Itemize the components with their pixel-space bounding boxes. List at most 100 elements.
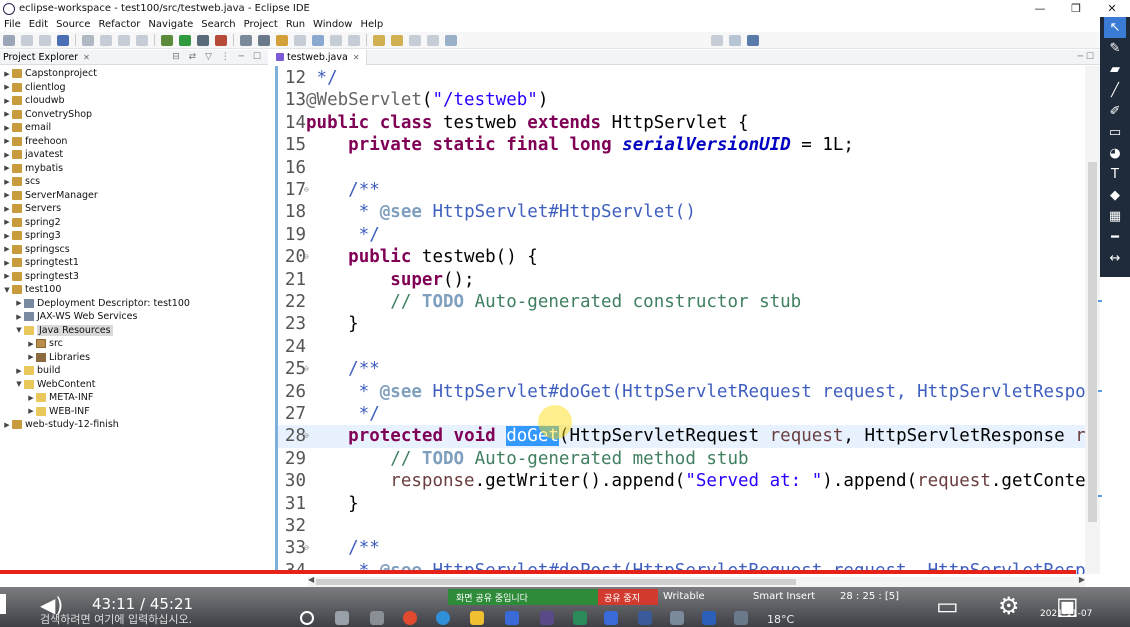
- code-line[interactable]: 33⊖ /**: [278, 537, 1085, 559]
- explorer-taskbar-icon[interactable]: [470, 611, 484, 625]
- pen-icon[interactable]: ✎: [1104, 38, 1126, 59]
- tree-item[interactable]: ▶ email: [0, 121, 268, 135]
- pointer-icon[interactable]: ↖: [1104, 17, 1126, 38]
- scroll-left-icon[interactable]: ◀: [308, 575, 314, 584]
- code-editor[interactable]: 12 */13@WebServlet("/testweb") 14public c…: [270, 66, 1085, 574]
- explorer-view-tools[interactable]: ⊟ ⇄ ▽ ⋮ ─ ☐: [172, 52, 264, 62]
- chevron-right-icon[interactable]: ▶: [2, 191, 12, 199]
- stop-share-button[interactable]: 공유 중지: [598, 589, 658, 605]
- tree-item[interactable]: ▶ cloudwb: [0, 94, 268, 108]
- close-icon[interactable]: ✕: [83, 53, 90, 62]
- tab-testweb-java[interactable]: testweb.java ✕: [270, 49, 367, 65]
- code-line[interactable]: 16: [278, 157, 1085, 179]
- subtitles-icon[interactable]: ▭: [936, 592, 959, 620]
- chevron-right-icon[interactable]: ▶: [14, 367, 24, 375]
- thickness-icon[interactable]: ━: [1104, 227, 1126, 248]
- project-explorer-tab[interactable]: Project Explorer ✕ ⊟ ⇄ ▽ ⋮ ─ ☐: [0, 50, 268, 65]
- minimize-button[interactable]: —: [1022, 0, 1058, 17]
- chevron-right-icon[interactable]: ▶: [26, 340, 36, 348]
- chevron-right-icon[interactable]: ▶: [2, 164, 12, 172]
- debug-icon[interactable]: [161, 34, 173, 46]
- app-taskbar-icon[interactable]: [734, 611, 748, 625]
- code-line[interactable]: 19 */: [278, 224, 1085, 246]
- chevron-down-icon[interactable]: ▼: [2, 286, 12, 294]
- tree-item[interactable]: ▶ mybatis: [0, 162, 268, 176]
- rectangle-icon[interactable]: ▭: [1104, 122, 1126, 143]
- chevron-right-icon[interactable]: ▶: [2, 421, 12, 429]
- close-tab-icon[interactable]: ✕: [353, 53, 360, 62]
- external-tools-icon[interactable]: [215, 34, 227, 46]
- zoom-taskbar-icon[interactable]: [604, 611, 618, 625]
- editor-horizontal-scrollbar[interactable]: ◀ ▶: [308, 575, 1085, 587]
- run-icon[interactable]: [179, 34, 191, 46]
- chevron-right-icon[interactable]: ▶: [2, 83, 12, 91]
- cortana-icon[interactable]: [300, 611, 314, 625]
- java-ee-perspective-icon[interactable]: [747, 34, 759, 46]
- next-annotation-icon[interactable]: [373, 34, 385, 46]
- tree-item[interactable]: ▶ spring3: [0, 229, 268, 243]
- perspective-icon[interactable]: [729, 34, 741, 46]
- menu-help[interactable]: Help: [356, 19, 387, 30]
- line-icon[interactable]: ╱: [1104, 80, 1126, 101]
- chevron-right-icon[interactable]: ▶: [2, 232, 12, 240]
- code-line[interactable]: 30 response.getWriter().append("Served a…: [278, 470, 1085, 492]
- search-icon[interactable]: [711, 34, 723, 46]
- tree-item[interactable]: ▶ spring2: [0, 216, 268, 230]
- tree-item[interactable]: ▼ Java Resources: [0, 324, 268, 338]
- menu-project[interactable]: Project: [240, 19, 282, 30]
- chrome-icon[interactable]: [403, 611, 417, 625]
- tree-item[interactable]: ▶ ConvetryShop: [0, 108, 268, 122]
- chevron-down-icon[interactable]: ▼: [14, 380, 24, 388]
- video-settings-icon[interactable]: ⚙: [998, 592, 1020, 620]
- scrollbar-thumb[interactable]: [1088, 162, 1097, 522]
- app-taskbar-icon[interactable]: [670, 611, 684, 625]
- skip-breakpoints-icon[interactable]: [82, 34, 94, 46]
- scroll-right-icon[interactable]: ▶: [1079, 575, 1085, 584]
- toggle-mark-icon[interactable]: [312, 34, 324, 46]
- chevron-right-icon[interactable]: ▶: [2, 218, 12, 226]
- terminal-icon[interactable]: [57, 34, 69, 46]
- edge-icon[interactable]: [436, 611, 450, 625]
- code-line[interactable]: 24: [278, 336, 1085, 358]
- prev-annotation-icon[interactable]: [391, 34, 403, 46]
- tree-item[interactable]: ▶ javatest: [0, 148, 268, 162]
- open-type-icon[interactable]: [258, 34, 270, 46]
- code-line[interactable]: 20⊖ public testweb() {: [278, 246, 1085, 268]
- tree-item[interactable]: ▶ freehoon: [0, 135, 268, 149]
- taskbar-search-input[interactable]: 검색하려면 여기에 입력하십시오.: [40, 611, 192, 627]
- code-line[interactable]: 32: [278, 515, 1085, 537]
- code-line[interactable]: 15 private static final long serialVersi…: [278, 134, 1085, 156]
- app-taskbar-icon[interactable]: [638, 611, 652, 625]
- tree-item[interactable]: ▼ test100: [0, 283, 268, 297]
- app-taskbar-icon[interactable]: [573, 611, 587, 625]
- search-toolbar-icon[interactable]: [294, 34, 306, 46]
- open-folder-icon[interactable]: [276, 34, 288, 46]
- chevron-right-icon[interactable]: ▶: [2, 259, 12, 267]
- menu-source[interactable]: Source: [52, 19, 94, 30]
- chevron-right-icon[interactable]: ▶: [2, 205, 12, 213]
- code-line[interactable]: 22 // TODO Auto-generated constructor st…: [278, 291, 1085, 313]
- tree-item[interactable]: ▼ WebContent: [0, 378, 268, 392]
- expand-icon[interactable]: ↔: [1104, 248, 1126, 269]
- chevron-right-icon[interactable]: ▶: [2, 272, 12, 280]
- chevron-right-icon[interactable]: ▶: [2, 178, 12, 186]
- terminate-icon[interactable]: [136, 34, 148, 46]
- overview-mark[interactable]: [1098, 390, 1102, 392]
- tree-item[interactable]: ▶ Libraries: [0, 351, 268, 365]
- close-window-button[interactable]: ✕: [1094, 0, 1130, 17]
- chevron-right-icon[interactable]: ▶: [2, 110, 12, 118]
- tree-item[interactable]: ▶ clientlog: [0, 81, 268, 95]
- chevron-right-icon[interactable]: ▶: [26, 353, 36, 361]
- task-view-icon[interactable]: [335, 611, 349, 625]
- tree-item[interactable]: ▶ springtest3: [0, 270, 268, 284]
- menu-run[interactable]: Run: [282, 19, 309, 30]
- overview-mark[interactable]: [1098, 495, 1102, 497]
- menu-file[interactable]: File: [0, 19, 25, 30]
- tree-item[interactable]: ▶ springtest1: [0, 256, 268, 270]
- chevron-right-icon[interactable]: ▶: [2, 97, 12, 105]
- code-line[interactable]: 31 }: [278, 493, 1085, 515]
- code-line[interactable]: 28⊖ protected void doGet(HttpServletRequ…: [278, 425, 1085, 448]
- chevron-right-icon[interactable]: ▶: [14, 313, 24, 321]
- chevron-down-icon[interactable]: ▼: [14, 326, 24, 334]
- eclipse-taskbar-icon[interactable]: [540, 611, 554, 625]
